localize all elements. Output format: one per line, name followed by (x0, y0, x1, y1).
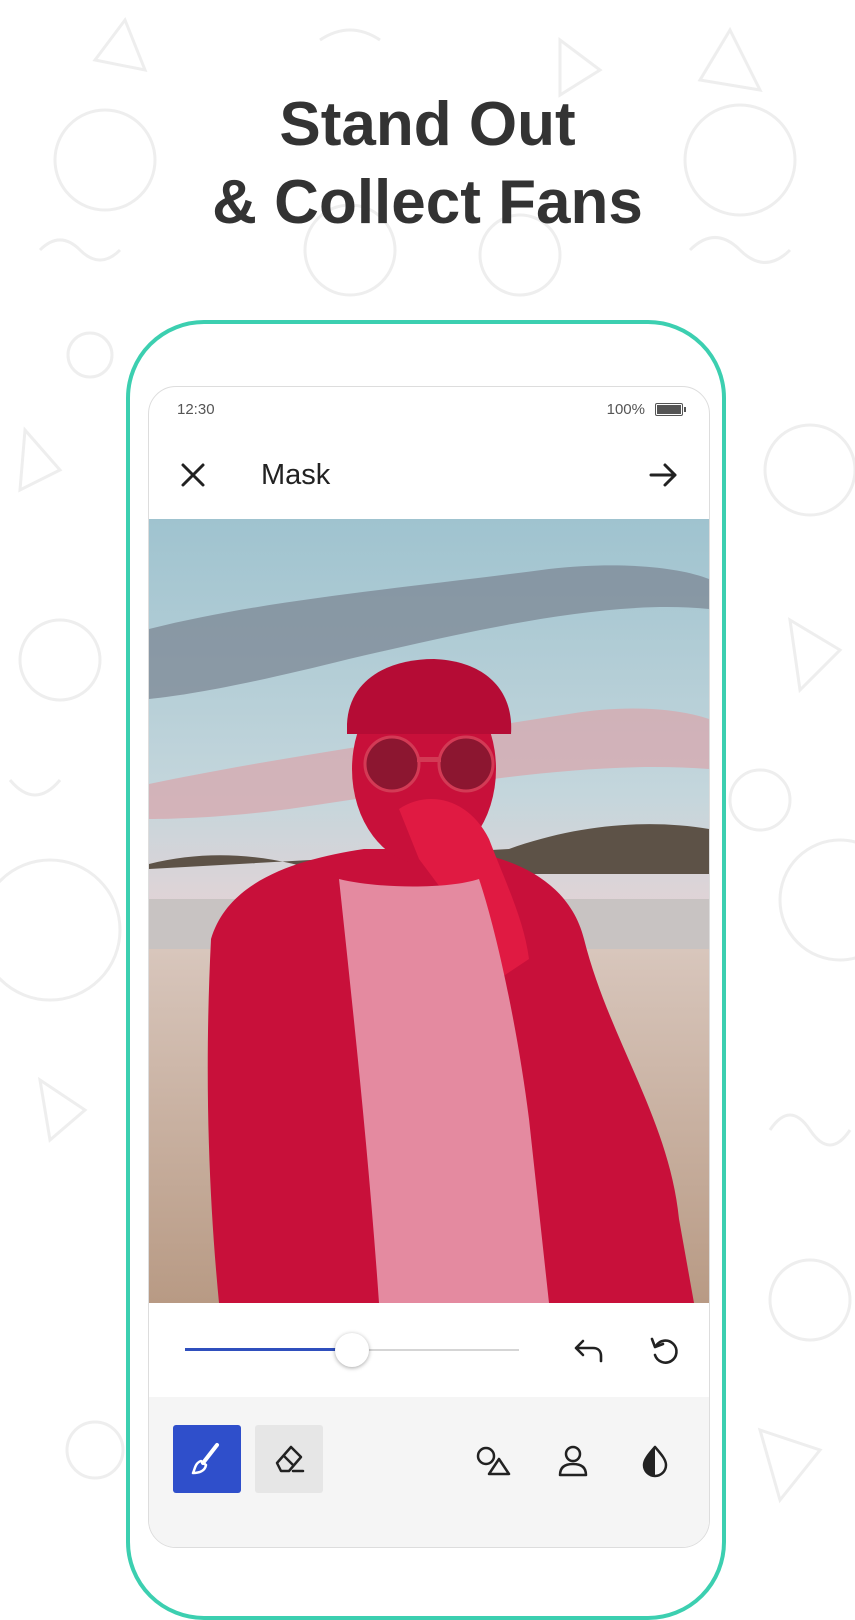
app-bar: Mask (149, 431, 709, 519)
reset-icon (650, 1337, 678, 1364)
headline-line-2: & Collect Fans (212, 168, 643, 237)
brush-tool-button[interactable] (173, 1425, 241, 1493)
person-icon (558, 1445, 588, 1477)
status-bar: 12:30 100% (149, 387, 709, 431)
battery-icon (655, 403, 686, 416)
brush-size-slider[interactable] (185, 1333, 519, 1367)
mask-controls (149, 1303, 709, 1397)
person-tool-button[interactable] (553, 1441, 593, 1481)
mask-toolbar (149, 1397, 709, 1547)
contrast-tool-button[interactable] (635, 1441, 675, 1481)
eraser-tool-button[interactable] (255, 1425, 323, 1493)
slider-fill (185, 1348, 352, 1351)
slider-thumb[interactable] (335, 1333, 369, 1367)
page-title: Mask (261, 459, 331, 491)
next-button[interactable] (643, 455, 683, 495)
battery-level: 100% (606, 401, 645, 418)
brush-icon (191, 1443, 219, 1475)
phone-screen: 12:30 100% Mask (148, 386, 710, 1548)
headline-line-1: Stand Out (279, 90, 576, 159)
arrow-right-icon (649, 463, 677, 487)
undo-button[interactable] (571, 1333, 607, 1369)
status-time: 12:30 (177, 401, 215, 418)
eraser-icon (275, 1445, 305, 1473)
photo-canvas[interactable] (149, 519, 709, 1303)
undo-icon (574, 1339, 603, 1363)
close-button[interactable] (173, 455, 213, 495)
headline: Stand Out & Collect Fans (0, 86, 855, 242)
shapes-icon (476, 1446, 511, 1476)
contrast-icon (642, 1445, 668, 1478)
close-icon (181, 463, 205, 487)
shapes-tool-button[interactable] (473, 1441, 513, 1481)
reset-button[interactable] (647, 1333, 683, 1369)
